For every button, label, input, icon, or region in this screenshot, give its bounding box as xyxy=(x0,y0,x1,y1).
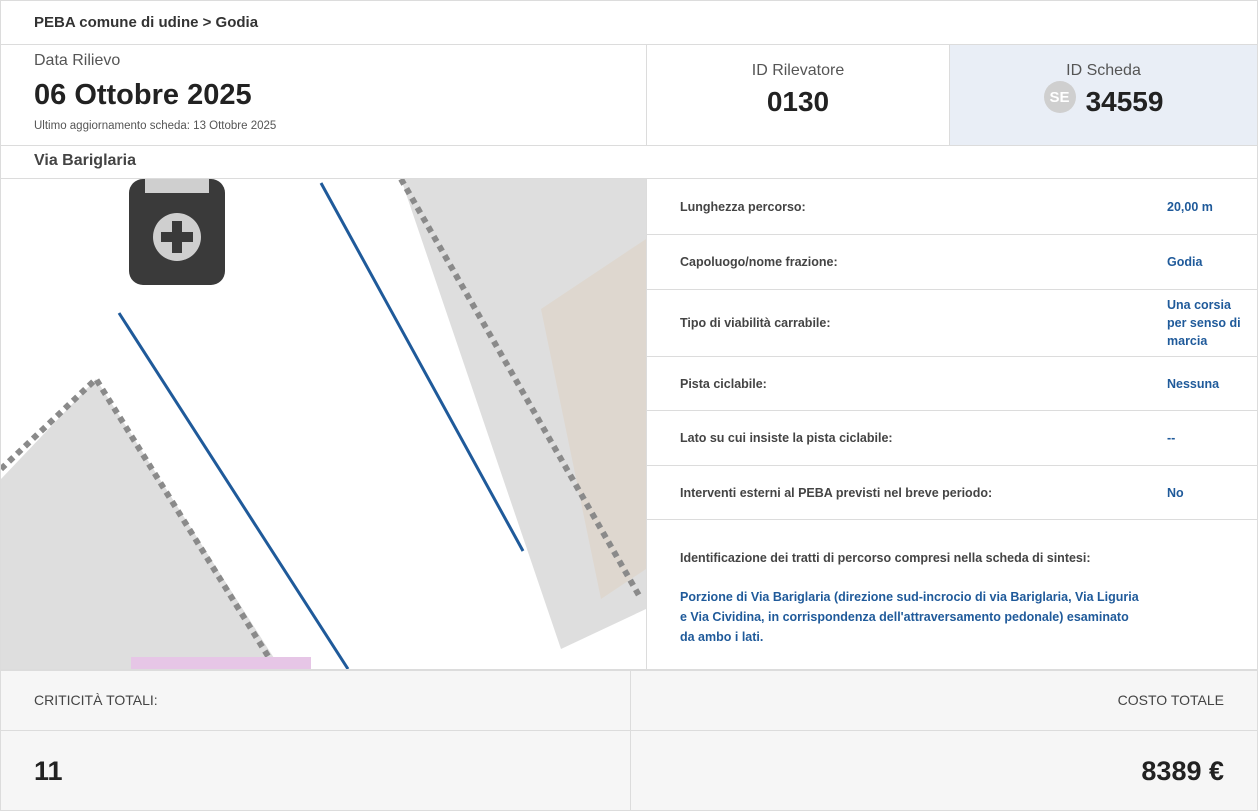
total-cost-label: COSTO TOTALE xyxy=(630,670,1258,731)
sheet-type-badge: SE xyxy=(1043,81,1076,113)
route-map[interactable] xyxy=(0,178,647,670)
surveyor-id-panel: ID Rilevatore 0130 xyxy=(646,44,950,146)
detail-value: No xyxy=(1167,485,1184,500)
detail-label: Interventi esterni al PEBA previsti nel … xyxy=(680,485,993,500)
street-name: Via Bariglaria xyxy=(0,145,1258,179)
last-update-text: Ultimo aggiornamento scheda: 13 Ottobre … xyxy=(34,120,277,132)
detail-row-external-works: Interventi esterni al PEBA previsti nel … xyxy=(647,466,1257,520)
sheet-id-panel: ID Scheda SE 34559 xyxy=(949,44,1258,146)
survey-date-label: Data Rilievo xyxy=(34,52,121,69)
detail-value: Nessuna xyxy=(1167,376,1220,391)
total-cost-value: 8389 € xyxy=(630,730,1258,811)
sheet-id-value: 34559 xyxy=(1085,86,1164,117)
detail-label: Lunghezza percorso: xyxy=(680,199,806,214)
surveyor-id-value: 0130 xyxy=(766,86,830,117)
survey-date-value: 06 Ottobre 2025 xyxy=(34,79,252,111)
surveyor-id-label: ID Rilevatore xyxy=(751,62,845,79)
detail-value: 20,00 m xyxy=(1167,199,1213,214)
total-issues-label: CRITICITÀ TOTALI: xyxy=(0,670,631,731)
detail-label: Capoluogo/nome frazione: xyxy=(680,255,838,269)
detail-row-bike-lane: Pista ciclabile: Nessuna xyxy=(647,357,1257,411)
detail-row-road-type: Tipo di viabilità carrabile: Una corsia … xyxy=(647,290,1257,357)
detail-label: Tipo di viabilità carrabile: xyxy=(680,316,831,330)
detail-label: Lato su cui insiste la pista ciclabile: xyxy=(680,431,893,445)
detail-value: Una corsia per senso di marcia xyxy=(1167,298,1241,348)
identification-value: Porzione di Via Bariglaria (direzione su… xyxy=(680,590,1139,644)
sheet-id-label: ID Scheda xyxy=(1066,62,1141,79)
parking-marker-icon[interactable] xyxy=(129,179,225,285)
detail-value: Godia xyxy=(1167,255,1203,269)
total-issues-value: 11 xyxy=(0,730,631,811)
breadcrumb[interactable]: PEBA comune di udine > Godia xyxy=(0,0,1258,45)
detail-label: Pista ciclabile: xyxy=(680,376,767,391)
survey-date-panel: Data Rilievo 06 Ottobre 2025 Ultimo aggi… xyxy=(0,44,647,146)
route-identification: Identificazione dei tratti di percorso c… xyxy=(680,551,1140,647)
detail-value: -- xyxy=(1167,431,1176,445)
detail-row-bike-lane-side: Lato su cui insiste la pista ciclabile: … xyxy=(647,411,1257,466)
identification-label: Identificazione dei tratti di percorso c… xyxy=(680,551,1091,565)
detail-row-fraction: Capoluogo/nome frazione: Godia xyxy=(647,235,1257,290)
route-details-panel: Lunghezza percorso: 20,00 m Capoluogo/no… xyxy=(646,178,1258,670)
detail-row-length: Lunghezza percorso: 20,00 m xyxy=(647,179,1257,235)
